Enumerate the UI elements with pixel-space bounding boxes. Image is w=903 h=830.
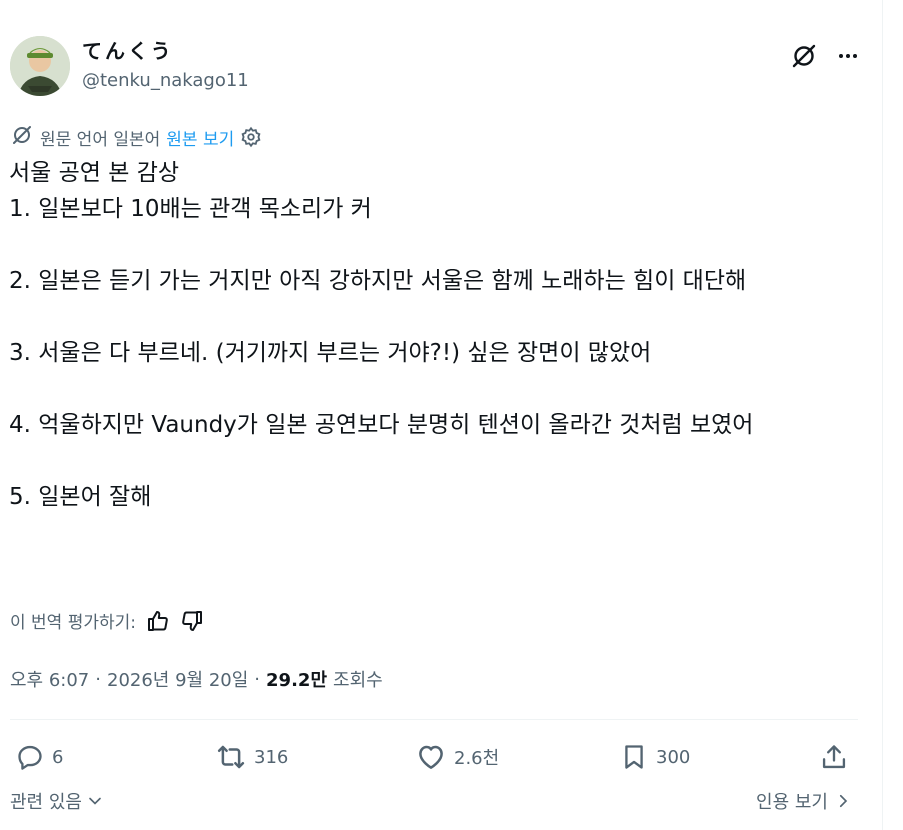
thumbs-up-icon[interactable] xyxy=(146,609,170,633)
source-language: 원문 언어 일본어 xyxy=(40,129,161,150)
share-button[interactable] xyxy=(820,736,848,778)
tweet-text: 서울 공연 본 감상 1. 일본보다 10배는 관객 목소리가 커 2. 일본은… xyxy=(9,160,754,510)
retweet-count: 316 xyxy=(254,746,289,768)
user-handle[interactable]: @tenku_nakago11 xyxy=(82,68,249,94)
view-count: 29.2만 xyxy=(266,670,328,691)
translate-off-icon[interactable] xyxy=(790,42,818,70)
separator: · xyxy=(95,668,101,690)
related-toggle[interactable]: 관련 있음 xyxy=(10,788,105,814)
quotes-label: 인용 보기 xyxy=(756,792,828,813)
view-quotes-link[interactable]: 인용 보기 xyxy=(756,788,852,814)
chevron-right-icon xyxy=(834,792,852,810)
reply-button[interactable]: 6 xyxy=(16,736,63,778)
divider xyxy=(10,719,858,720)
share-icon xyxy=(820,743,848,771)
rate-label: 이 번역 평가하기: xyxy=(10,613,137,633)
display-name[interactable]: てんくう xyxy=(82,38,249,64)
rate-translation: 이 번역 평가하기: xyxy=(10,608,204,633)
like-button[interactable]: 2.6천 xyxy=(416,736,499,778)
retweet-button[interactable]: 316 xyxy=(216,736,288,778)
view-label: 조회수 xyxy=(333,670,383,691)
tweet-meta: 오후 6:07 · 2026년 9월 20일 · 29.2만 조회수 xyxy=(10,666,383,692)
like-icon xyxy=(416,742,446,772)
bookmark-button[interactable]: 300 xyxy=(620,736,690,778)
avatar[interactable] xyxy=(10,36,70,96)
reply-icon xyxy=(16,743,44,771)
translate-off-icon xyxy=(10,123,34,152)
tweet-date[interactable]: 2026년 9월 20일 xyxy=(107,666,248,692)
translation-notice: 원문 언어 일본어 원본 보기 xyxy=(10,124,262,150)
column-border xyxy=(882,0,883,830)
thumbs-down-icon[interactable] xyxy=(180,609,204,633)
tweet-header: てんくう @tenku_nakago11 xyxy=(10,36,860,102)
show-original-link[interactable]: 원본 보기 xyxy=(166,125,234,150)
like-count: 2.6천 xyxy=(454,748,500,769)
gear-icon[interactable] xyxy=(240,126,262,148)
bookmark-count: 300 xyxy=(656,746,691,768)
reply-count: 6 xyxy=(52,746,64,768)
chevron-down-icon xyxy=(85,791,105,811)
related-label: 관련 있음 xyxy=(10,792,82,813)
action-bar: 6 316 2.6천 300 xyxy=(10,736,850,778)
more-icon[interactable] xyxy=(836,44,860,68)
tweet-time[interactable]: 오후 6:07 xyxy=(10,666,89,692)
separator: · xyxy=(254,668,261,690)
retweet-icon xyxy=(216,742,246,772)
footer-links: 관련 있음 인용 보기 xyxy=(10,788,860,818)
bookmark-icon xyxy=(620,743,648,771)
